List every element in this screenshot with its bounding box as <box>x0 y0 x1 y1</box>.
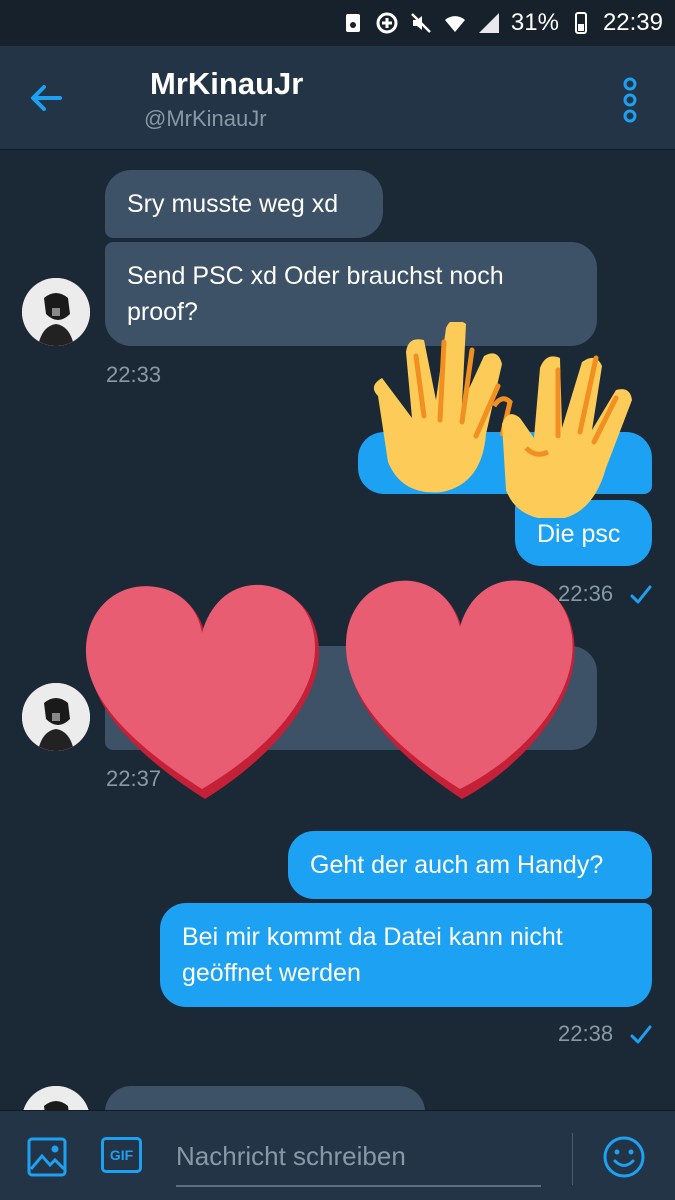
timestamp: 22:33 <box>106 362 162 387</box>
conversation-title[interactable]: MrKinauJr <box>150 66 303 102</box>
heart-emoji-icon <box>345 580 575 799</box>
back-arrow-icon[interactable] <box>24 76 68 120</box>
wifi-icon <box>444 16 465 32</box>
gif-button[interactable]: GIF <box>101 1137 142 1173</box>
clock: 22:39 <box>602 9 663 36</box>
battery-icon <box>574 12 587 34</box>
emoji-icon[interactable] <box>602 1135 646 1179</box>
heart-emoji-icon <box>85 584 319 799</box>
input-underline <box>176 1185 541 1187</box>
conversation-handle: @MrKinauJr <box>144 106 267 131</box>
composer-divider <box>572 1133 573 1185</box>
storage-icon <box>345 14 360 32</box>
avatar-image <box>22 278 90 346</box>
image-icon[interactable] <box>27 1137 67 1177</box>
status-bar: 31% 22:39 <box>0 0 675 46</box>
message-input[interactable]: Nachricht schreiben <box>176 1141 406 1172</box>
timestamp: 22:38 <box>558 1021 614 1046</box>
sent-check-icon <box>630 1025 652 1044</box>
status-icons: 31% 22:39 <box>341 0 663 46</box>
message-outgoing[interactable]: Geht der auch am Handy? <box>288 831 652 899</box>
gif-label: GIF <box>109 1147 134 1163</box>
battery-percent: 31% <box>510 9 559 36</box>
more-options-icon[interactable] <box>615 76 645 124</box>
raised-hands-emoji-icon <box>373 322 632 518</box>
conversation-header: MrKinauJr @MrKinauJr <box>0 46 675 150</box>
data-saver-icon <box>376 12 398 34</box>
mute-icon <box>411 13 431 33</box>
message-composer: GIF Nachricht schreiben <box>0 1110 675 1200</box>
sent-check-icon <box>630 585 652 604</box>
avatar[interactable] <box>22 278 90 346</box>
message-outgoing[interactable]: Bei mir kommt da Datei kann nicht geöffn… <box>160 903 652 1007</box>
message-incoming[interactable]: Sry musste weg xd <box>105 170 383 238</box>
signal-icon <box>478 13 499 33</box>
